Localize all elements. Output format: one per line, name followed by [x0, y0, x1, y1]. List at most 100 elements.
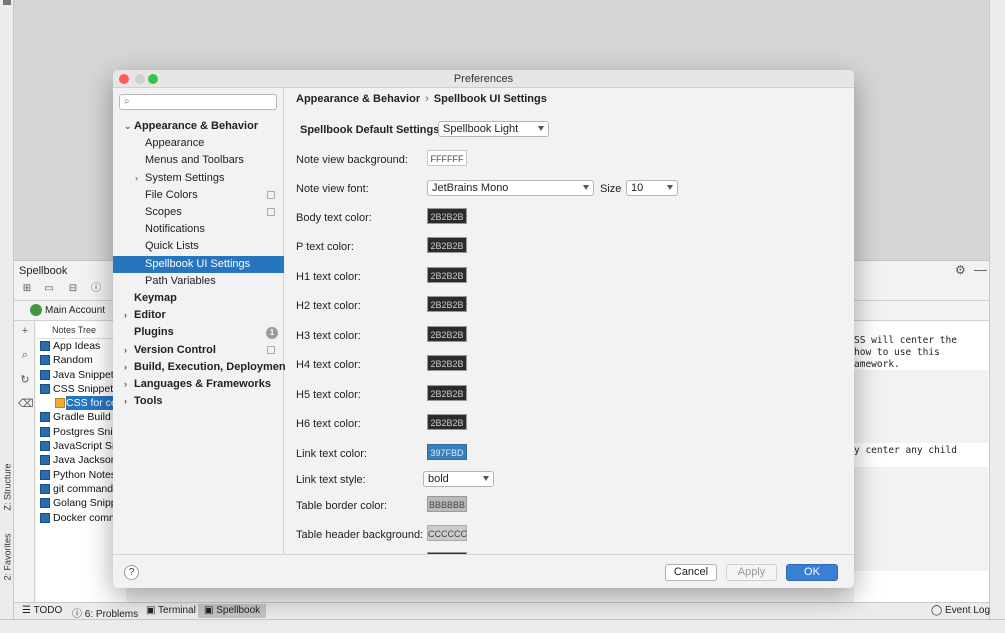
nav-item-languages-frameworks[interactable]: › Languages & Frameworks [113, 376, 284, 393]
nav-item-quick-lists[interactable]: Quick Lists [113, 238, 284, 255]
info-icon[interactable]: ⓘ [89, 282, 103, 296]
event-log-tab[interactable]: ◯ Event Log [931, 605, 990, 616]
dialog-title: Preferences [453, 73, 514, 85]
minimize-icon[interactable]: — [974, 262, 987, 277]
plugin-update-badge: 1 [266, 327, 278, 340]
help-button[interactable]: ? [124, 565, 139, 580]
font-size-select[interactable]: 10 [626, 180, 678, 196]
folder-icon[interactable]: ▭ [42, 282, 56, 296]
nav-item-appearance[interactable]: Appearance [113, 135, 284, 152]
nav-item-version-control[interactable]: › Version Control [113, 342, 284, 359]
side-actions: + ⌕ ↻ ⌫ [14, 321, 35, 603]
chevron-right-icon[interactable]: › [124, 376, 127, 393]
nav-item-tools[interactable]: › Tools [113, 393, 284, 410]
body-text-color-swatch[interactable]: 2B2B2B [427, 208, 467, 224]
table-border-color-label: Table border color: [296, 500, 388, 512]
h1-text-color-swatch[interactable]: 2B2B2B [427, 267, 467, 283]
eraser-icon[interactable]: ⌫ [18, 397, 34, 411]
link-text-color-label: Link text color: [296, 448, 367, 460]
nav-item-file-colors[interactable]: File Colors [113, 187, 284, 204]
note-icon [55, 398, 65, 409]
chevron-right-icon[interactable]: › [135, 170, 138, 187]
settings-nav-panel: ⌕ ⌄ Appearance & Behavior Appearance Menus … [113, 88, 289, 554]
nav-item-build-execution-deployment[interactable]: › Build, Execution, Deployment [113, 359, 289, 376]
plus-icon[interactable]: + [18, 325, 32, 339]
nav-item-menus-and-toolbars[interactable]: Menus and Toolbars [113, 152, 284, 169]
structure-tab[interactable]: Z: Structure [3, 463, 13, 510]
table-border-color-swatch[interactable]: BBBBBB [427, 496, 467, 512]
h1-text-color-label: H1 text color: [296, 271, 361, 283]
nav-item-plugins[interactable]: Plugins 1 [113, 324, 284, 341]
remove-icon[interactable]: ⊟ [66, 282, 80, 296]
vertical-tool-labels: Z: Structure 2: Favorites [0, 460, 14, 600]
terminal-label: Terminal [158, 605, 196, 616]
cancel-button[interactable]: Cancel [665, 564, 717, 581]
settings-search-input[interactable] [135, 96, 273, 108]
table-header-background-swatch[interactable]: CCCCCC [427, 525, 467, 541]
note-view-font-select[interactable]: JetBrains Mono [427, 180, 594, 196]
nav-item-label: Notifications [145, 223, 205, 236]
chevron-down-icon [583, 185, 589, 190]
h4-text-color-swatch[interactable]: 2B2B2B [427, 355, 467, 371]
terminal-tab[interactable]: ▣ Terminal [146, 605, 196, 616]
code-block [854, 370, 988, 443]
nav-item-label: Spellbook UI Settings [145, 257, 251, 270]
h5-text-color-swatch[interactable]: 2B2B2B [427, 385, 467, 401]
chevron-right-icon[interactable]: › [124, 359, 127, 376]
h6-text-color-label: H6 text color: [296, 418, 361, 430]
note-icon [40, 512, 50, 523]
editor-line: y center any child [854, 445, 957, 456]
chevron-right-icon[interactable]: › [124, 393, 127, 410]
link-text-color-swatch[interactable]: 397FBD [427, 444, 467, 460]
nav-item-keymap[interactable]: Keymap [113, 290, 284, 307]
tool-window-title: Spellbook [19, 265, 68, 277]
h2-text-color-swatch[interactable]: 2B2B2B [427, 296, 467, 312]
p-text-color-swatch[interactable]: 2B2B2B [427, 237, 467, 253]
favorites-tab[interactable]: 2: Favorites [3, 533, 13, 580]
note-icon [40, 426, 50, 437]
refresh-icon[interactable]: ↻ [18, 373, 32, 387]
link-text-style-select[interactable]: bold [423, 471, 494, 487]
default-settings-select[interactable]: Spellbook Light [438, 121, 549, 137]
chevron-right-icon[interactable]: › [124, 342, 127, 359]
note-view-font-value: JetBrains Mono [432, 182, 509, 194]
todo-tab[interactable]: ☰ TODO [22, 605, 62, 616]
ide-right-strip [989, 0, 1005, 633]
nav-item-label: File Colors [145, 188, 198, 201]
add-icon[interactable]: ⊞ [20, 282, 34, 296]
note-icon [40, 341, 50, 351]
h5-text-color-label: H5 text color: [296, 389, 361, 401]
h4-text-color-label: H4 text color: [296, 359, 361, 371]
settings-search-box[interactable]: ⌕ [119, 94, 277, 110]
chevron-right-icon[interactable]: › [124, 307, 127, 324]
search-icon[interactable]: ⌕ [18, 349, 32, 363]
nav-item-editor[interactable]: › Editor [113, 307, 284, 324]
note-view-background-swatch[interactable]: FFFFFF [427, 150, 467, 166]
gear-icon[interactable]: ⚙ [955, 263, 966, 277]
nav-item-spellbook-ui-settings[interactable]: Spellbook UI Settings [113, 255, 284, 273]
spellbook-tab[interactable]: ▣ Spellbook [198, 604, 267, 618]
breadcrumb-parent[interactable]: Appearance & Behavior [296, 93, 420, 105]
nav-item-label: Appearance [145, 137, 205, 150]
nav-item-system-settings[interactable]: › System Settings [113, 170, 284, 187]
nav-item-path-variables[interactable]: Path Variables [113, 273, 284, 290]
h3-text-color-swatch[interactable]: 2B2B2B [427, 326, 467, 342]
table-header-background-label: Table header background: [296, 529, 424, 541]
nav-item-scopes[interactable]: Scopes [113, 204, 284, 221]
note-icon [40, 455, 50, 466]
h6-text-color-swatch[interactable]: 2B2B2B [427, 414, 467, 430]
ok-button[interactable]: OK [786, 564, 838, 581]
editor-line: how to use this [854, 347, 940, 358]
nav-item-notifications[interactable]: Notifications [113, 221, 284, 238]
nav-item-label: Path Variables [145, 274, 216, 287]
nav-item-label: Editor [134, 309, 166, 322]
note-editor[interactable]: SS will center the how to use this amewo… [854, 321, 989, 603]
problems-tab[interactable]: ⓘ 6: Problems [72, 605, 138, 620]
dialog-titlebar: Preferences [113, 70, 854, 88]
chevron-down-icon[interactable]: ⌄ [124, 118, 132, 135]
nav-item-appearance-behavior[interactable]: ⌄ Appearance & Behavior [113, 118, 284, 135]
editor-line: amework. [854, 359, 900, 370]
note-label: JavaScript Sn [53, 440, 118, 453]
note-icon [40, 369, 50, 380]
apply-button[interactable]: Apply [726, 564, 777, 581]
